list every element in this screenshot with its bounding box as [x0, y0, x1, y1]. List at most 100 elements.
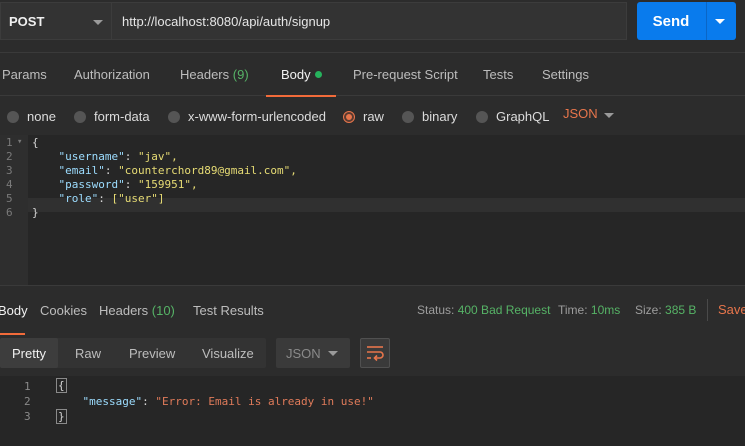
- radio-none[interactable]: none: [7, 109, 56, 124]
- method-label: POST: [9, 13, 45, 29]
- tab-settings[interactable]: Settings: [542, 67, 589, 82]
- response-tab-cookies[interactable]: Cookies: [40, 303, 87, 318]
- url-text: http://localhost:8080/api/auth/signup: [122, 13, 331, 29]
- response-tab-body[interactable]: Body: [0, 303, 28, 318]
- tab-pre-request-script[interactable]: Pre-request Script: [353, 67, 458, 82]
- chevron-down-icon[interactable]: [604, 113, 614, 118]
- wrap-lines-button[interactable]: [360, 338, 390, 368]
- url-input[interactable]: http://localhost:8080/api/auth/signup: [112, 2, 627, 40]
- response-tab-headers-count: (10): [151, 303, 175, 318]
- request-url-bar: POST http://localhost:8080/api/auth/sign…: [0, 0, 745, 44]
- json-key: "email": [58, 164, 105, 177]
- divider: [707, 299, 708, 321]
- tab-body[interactable]: Body: [281, 67, 322, 82]
- line-number: 3: [6, 164, 13, 177]
- code-line: "password": "159951",: [58, 178, 198, 191]
- radio-x-www-form-urlencoded[interactable]: x-www-form-urlencoded: [168, 109, 326, 124]
- json-key: "role": [58, 192, 99, 205]
- matched-brace: }: [56, 409, 67, 424]
- tab-headers-label: Headers: [180, 67, 230, 82]
- json-value: ["user"]: [111, 192, 165, 205]
- json-key: "password": [58, 178, 125, 191]
- code-line: "role": ["user"]: [58, 192, 165, 205]
- view-mode-group: Pretty Raw Preview Visualize: [0, 338, 266, 368]
- line-number: 6: [6, 206, 13, 219]
- view-visualize-button[interactable]: Visualize: [202, 346, 254, 361]
- response-header: Body Cookies Headers (10) Test Results S…: [0, 285, 745, 335]
- status-value: 400 Bad Request: [457, 303, 551, 317]
- request-tabs: Params Authorization Headers (9) Body Pr…: [0, 52, 745, 97]
- send-divider: [706, 2, 707, 40]
- body-format-select[interactable]: JSON: [563, 106, 598, 121]
- radio-raw[interactable]: raw: [343, 109, 384, 124]
- json-value: "Error: Email is already in use!": [155, 395, 374, 408]
- time-value: 10ms: [590, 303, 621, 317]
- time-label: Time:: [558, 303, 588, 317]
- radio-form-data[interactable]: form-data: [74, 109, 150, 124]
- code-line: "message": "Error: Email is already in u…: [82, 395, 374, 408]
- radio-binary-label: binary: [422, 109, 458, 124]
- method-select[interactable]: POST: [0, 2, 112, 40]
- line-gutter: 1 ▾ 2 3 4 5 6: [0, 135, 28, 285]
- request-body-editor[interactable]: 1 ▾ 2 3 4 5 6 { "username": "jav", "emai…: [0, 135, 745, 285]
- response-tab-headers-label: Headers: [99, 303, 149, 318]
- size-label: Size:: [635, 303, 662, 317]
- code-line: "username": "jav",: [58, 150, 178, 163]
- code-line: }: [56, 409, 67, 424]
- active-tab-indicator: [0, 333, 25, 335]
- time-info[interactable]: Time: 10ms: [558, 303, 620, 317]
- radio-circle-icon: [402, 110, 414, 123]
- line-number: 2: [24, 395, 31, 408]
- tab-authorization[interactable]: Authorization: [74, 67, 150, 82]
- json-value: "159951",: [137, 178, 198, 191]
- chevron-down-icon: [93, 20, 103, 25]
- response-tab-headers[interactable]: Headers (10): [99, 303, 175, 318]
- fold-arrow-icon[interactable]: ▾: [17, 137, 22, 147]
- radio-raw-label: raw: [363, 109, 384, 124]
- wrap-lines-icon: [367, 346, 384, 362]
- radio-form-data-label: form-data: [94, 109, 150, 124]
- view-raw-button[interactable]: Raw: [75, 346, 101, 361]
- tab-body-label: Body: [281, 67, 311, 82]
- view-preview-button[interactable]: Preview: [129, 346, 175, 361]
- response-format-label: JSON: [286, 346, 321, 361]
- status-label: Status:: [417, 303, 455, 317]
- chevron-down-icon: [328, 351, 338, 356]
- response-tab-test-results[interactable]: Test Results: [193, 303, 264, 318]
- status-info[interactable]: Status: 400 Bad Request: [417, 303, 550, 317]
- send-label: Send: [652, 12, 690, 30]
- radio-graphql-label: GraphQL: [496, 109, 550, 124]
- tab-headers-count: (9): [232, 67, 249, 82]
- matched-brace: {: [56, 378, 67, 393]
- chevron-down-icon[interactable]: [715, 19, 725, 24]
- response-view-toolbar: Pretty Raw Preview Visualize JSON: [0, 336, 745, 376]
- line-number: 1: [24, 380, 31, 393]
- save-response-button[interactable]: Save: [718, 302, 745, 317]
- tab-headers[interactable]: Headers (9): [180, 67, 249, 82]
- size-info[interactable]: Size: 385 B: [635, 303, 696, 317]
- line-number: 4: [6, 178, 13, 191]
- radio-circle-icon: [74, 110, 86, 123]
- radio-binary[interactable]: binary: [402, 109, 457, 124]
- tab-tests[interactable]: Tests: [483, 67, 513, 82]
- line-number: 1: [6, 136, 13, 149]
- radio-none-label: none: [27, 109, 56, 124]
- code-line: "email": "counterchord89@gmail.com",: [58, 164, 297, 177]
- code-line: {: [56, 378, 67, 393]
- response-body-viewer[interactable]: 1 2 3 { "message": "Error: Email is alre…: [0, 376, 745, 446]
- line-number: 5: [6, 192, 13, 205]
- json-value: "jav",: [137, 150, 178, 163]
- body-mode-selector: none form-data x-www-form-urlencoded raw…: [0, 97, 745, 135]
- radio-selected-icon: [343, 110, 355, 123]
- radio-urlencoded-label: x-www-form-urlencoded: [188, 109, 326, 124]
- code-line: {: [32, 136, 39, 149]
- json-key: "message": [82, 395, 143, 408]
- json-key: "username": [58, 150, 125, 163]
- view-pretty-button[interactable]: Pretty: [12, 346, 46, 361]
- tab-params[interactable]: Params: [2, 67, 47, 82]
- line-number: 3: [24, 410, 31, 423]
- radio-graphql[interactable]: GraphQL: [476, 109, 549, 124]
- send-button[interactable]: Send: [637, 2, 736, 40]
- json-value: "counterchord89@gmail.com",: [118, 164, 297, 177]
- response-format-select[interactable]: JSON: [276, 338, 350, 368]
